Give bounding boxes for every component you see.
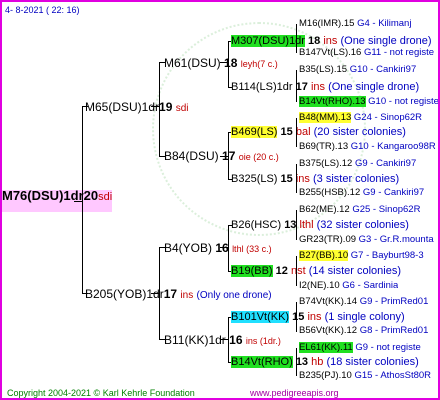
entry-note: G9 - not registe <box>352 342 421 353</box>
great-grandparent-entry: B48(MM).13 G24 - Sinop62R <box>299 112 422 124</box>
entry-note: G10 - Cankiri97 <box>347 64 417 75</box>
root-year: 20 <box>83 188 99 203</box>
root-node: M76(DSU)1dr20sdi <box>2 188 113 212</box>
great-grandparent-entry: I2(NE).10 G6 - Sardinia <box>299 280 398 292</box>
pedigree-frame: 4- 8-2021 ( 22: 16) M76(DSU)1dr20sdi M65… <box>0 0 440 400</box>
entry-code: EL61(KK).11 <box>299 342 353 353</box>
entry-note: G11 - not registe <box>361 47 435 58</box>
ds-node: B4(YOB) 16 lthl (33 c.) <box>164 241 272 255</box>
entry-note: G9 - Cankiri97 <box>352 158 417 169</box>
great-grandparent-entry: B255(HSB).12 G9 - Cankiri97 <box>299 187 424 199</box>
entry-code: B62(ME).12 <box>299 204 350 215</box>
great-grandparent-entry: B14Vt(RHO).13 G10 - not registe <box>299 96 438 108</box>
dam-node: B205(YOB)1dr17 ins (Only one drone) <box>85 287 272 301</box>
root-code: M76(DSU)1dr <box>2 188 84 203</box>
great-grandparent-entry: B74Vt(KK).14 G9 - PrimRed01 <box>299 296 428 308</box>
great-grandparent-entry: EL61(KK).11 G9 - not registe <box>299 342 421 354</box>
footer-url: www.pedigreeapis.org <box>250 388 339 398</box>
entry-code: B375(LS).12 <box>299 158 353 169</box>
entry-note: G9 - PrimRed01 <box>357 296 429 307</box>
great-grandparent-entry: B62(ME).12 G25 - Sinop62R <box>299 204 420 216</box>
entry-note: G7 - Bayburt98-3 <box>348 250 424 261</box>
entry-code: B255(HSB).12 <box>299 187 361 198</box>
g3-node: B14Vt(RHO) 13 hb (18 sister colonies) <box>231 356 419 368</box>
entry-note: G25 - Sinop62R <box>349 204 421 215</box>
entry-code: B48(MM).13 <box>299 112 352 123</box>
sire-node: M65(DSU)1dr19 sdi <box>85 100 189 114</box>
entry-code: B56Vt(KK).12 <box>299 325 358 336</box>
entry-code: B14Vt(RHO).13 <box>299 96 366 107</box>
g3-node: B101Vt(KK) 15 ins (1 single colony) <box>231 311 405 323</box>
entry-code: B147Vt(LS).16 <box>299 47 362 58</box>
entry-code: B74Vt(KK).14 <box>299 296 358 307</box>
entry-note: G9 - Cankiri97 <box>360 187 425 198</box>
great-grandparent-entry: GR23(TR).09 G3 - Gr.R.mounta <box>299 234 434 246</box>
g3-node: B19(BB) 12 nst (14 sister colonies) <box>231 265 402 277</box>
great-grandparent-entry: B147Vt(LS).16 G11 - not registe <box>299 47 434 59</box>
g3-node: B26(HSC) 13 lthl (32 sister colonies) <box>231 219 409 231</box>
entry-code: B35(LS).15 <box>299 64 348 75</box>
great-grandparent-entry: B235(PJ).10 G15 - AthosSt80R <box>299 370 431 382</box>
entry-note: G6 - Sardinia <box>339 280 399 291</box>
entry-note: G24 - Sinop62R <box>351 112 423 123</box>
entry-code: B69(TR).13 <box>299 141 349 152</box>
great-grandparent-entry: B27(BB).10 G7 - Bayburt98-3 <box>299 250 424 262</box>
g3-node: B469(LS) 15 bal (20 sister colonies) <box>231 126 406 138</box>
great-grandparent-entry: M16(IMR).15 G4 - Kilimanj <box>299 18 411 30</box>
entry-note: G3 - Gr.R.mounta <box>356 234 434 245</box>
ss-node: M61(DSU) 18 leyh(7 c.) <box>164 56 278 70</box>
great-grandparent-entry: B375(LS).12 G9 - Cankiri97 <box>299 158 416 170</box>
great-grandparent-entry: B35(LS).15 G10 - Cankiri97 <box>299 64 416 76</box>
entry-code: I2(NE).10 <box>299 280 340 291</box>
dd-node: B11(KK)1dr 16 ins (1dr.) <box>164 333 281 347</box>
entry-code: B27(BB).10 <box>299 250 349 261</box>
entry-note: G10 - not registe <box>365 96 438 107</box>
great-grandparent-entry: B56Vt(KK).12 G8 - PrimRed01 <box>299 325 428 337</box>
entry-note: G10 - Kangaroo98R <box>348 141 436 152</box>
entry-code: B235(PJ).10 <box>299 370 352 381</box>
footer-copyright: Copyright 2004-2021 © Karl Kehrle Founda… <box>7 388 195 398</box>
header-date: 4- 8-2021 ( 22: 16) <box>5 5 80 15</box>
entry-note: G4 - Kilimanj <box>354 18 412 29</box>
great-grandparent-entry: B69(TR).13 G10 - Kangaroo98R <box>299 141 436 153</box>
g3-node: B114(LS)1dr 17 ins (One single drone) <box>231 81 420 93</box>
entry-code: M16(IMR).15 <box>299 18 355 29</box>
entry-note: G15 - AthosSt80R <box>351 370 432 381</box>
entry-code: GR23(TR).09 <box>299 234 357 245</box>
g3-node: B325(LS) 15 ins (3 sister colonies) <box>231 173 400 185</box>
entry-note: G8 - PrimRed01 <box>357 325 429 336</box>
root-line: sdi <box>98 191 113 203</box>
